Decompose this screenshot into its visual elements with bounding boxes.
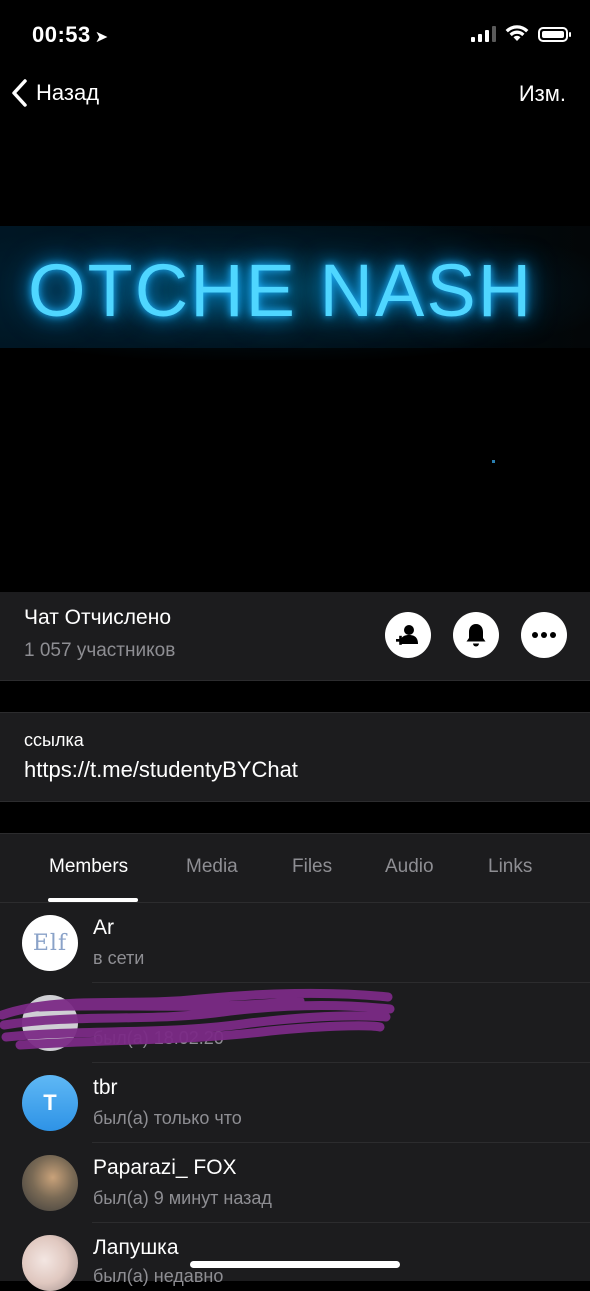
member-row[interactable] bbox=[0, 903, 590, 983]
status-time: 00:53 ➤ bbox=[32, 22, 109, 48]
member-name: Лапушка bbox=[93, 1236, 179, 1259]
avatar-initial: T bbox=[43, 1090, 57, 1115]
back-button[interactable]: Назад bbox=[10, 78, 99, 108]
tab-audio[interactable]: Audio bbox=[385, 856, 434, 878]
tab-files[interactable]: Files bbox=[292, 856, 332, 878]
invite-link[interactable]: https://t.me/studentyBYChat bbox=[24, 757, 298, 783]
add-member-button[interactable] bbox=[385, 612, 431, 658]
members-count: 1 057 участников bbox=[24, 640, 176, 661]
more-dots-icon bbox=[532, 632, 556, 638]
back-label: Назад bbox=[36, 80, 100, 105]
battery-icon bbox=[538, 26, 571, 42]
member-name: Ar bbox=[93, 916, 114, 939]
avatar: T bbox=[22, 1075, 78, 1131]
member-name: Paparazi_ FOX bbox=[93, 1156, 237, 1179]
redaction-scribble bbox=[0, 988, 395, 1050]
member-name: tbr bbox=[93, 1076, 118, 1099]
tab-members[interactable]: Members bbox=[49, 856, 128, 878]
chat-name: Чат Отчислено bbox=[24, 606, 171, 629]
avatar-text: Elf bbox=[32, 930, 68, 956]
member-status: был(а) только что bbox=[93, 1108, 242, 1128]
avatar: Elf bbox=[22, 915, 78, 971]
member-status: был(а) 9 минут назад bbox=[93, 1188, 272, 1208]
tab-links[interactable]: Links bbox=[488, 856, 532, 878]
location-arrow-icon: ➤ bbox=[94, 29, 109, 46]
cover-neon-text: OTCHE NASH bbox=[28, 249, 534, 332]
tab-media[interactable]: Media bbox=[186, 856, 238, 878]
avatar bbox=[22, 1155, 78, 1211]
active-tab-indicator bbox=[48, 898, 138, 902]
mute-button[interactable] bbox=[453, 612, 499, 658]
member-row[interactable] bbox=[0, 1223, 590, 1280]
status-icons bbox=[471, 25, 571, 43]
link-label: ссылка bbox=[24, 730, 84, 750]
edit-button[interactable]: Изм. bbox=[519, 81, 566, 107]
chevron-left-icon bbox=[12, 79, 27, 107]
status-time-text: 00:53 bbox=[32, 22, 91, 47]
wifi-icon bbox=[505, 25, 529, 41]
add-user-icon bbox=[396, 625, 418, 645]
bell-icon bbox=[466, 624, 486, 647]
member-status: в сети bbox=[93, 948, 145, 968]
cellular-signal-icon bbox=[471, 26, 496, 42]
member-row[interactable] bbox=[0, 1063, 590, 1143]
member-row[interactable] bbox=[0, 1143, 590, 1223]
chat-cover-image: OTCHE NASH bbox=[0, 130, 590, 592]
home-indicator bbox=[190, 1261, 400, 1268]
member-status: был(а) недавно bbox=[93, 1266, 224, 1286]
avatar bbox=[22, 1235, 78, 1291]
more-button[interactable] bbox=[521, 612, 567, 658]
